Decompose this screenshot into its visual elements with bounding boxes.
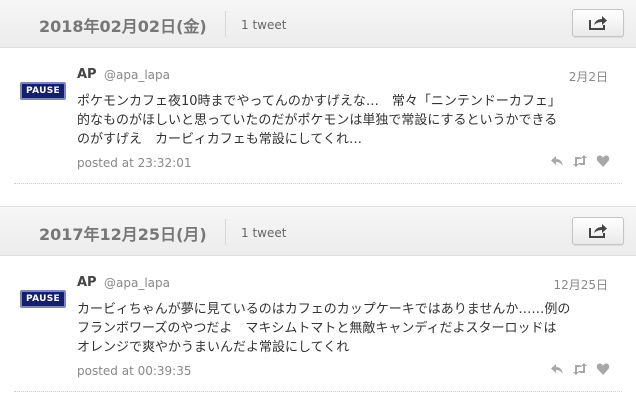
reply-icon[interactable] [550, 362, 564, 376]
retweet-icon[interactable] [572, 154, 588, 168]
tweet-text: カービィちゃんが夢に見ているのはカフェのカップケーキではありませんか……例の フ… [77, 300, 617, 357]
share-button[interactable] [572, 217, 624, 245]
tweet-divider [14, 183, 622, 184]
tweet-actions [550, 154, 612, 170]
share-icon [589, 16, 607, 30]
posted-time[interactable]: posted at 23:32:01 [77, 156, 192, 170]
day-header: 2018年02月02日(金) 1 tweet [0, 0, 636, 48]
tweet-date[interactable]: 12月25日 [553, 276, 608, 293]
header-divider [225, 11, 226, 37]
share-button[interactable] [572, 9, 624, 37]
tweet-date[interactable]: 2月2日 [569, 68, 608, 85]
tweet-divider [14, 391, 622, 392]
avatar[interactable]: PAUSE [20, 290, 66, 308]
tweet: PAUSE AP @apa_lapa 2月2日 ポケモンカフェ夜10時までやって… [0, 64, 636, 184]
retweet-icon[interactable] [572, 362, 588, 376]
posted-time[interactable]: posted at 00:39:35 [77, 364, 192, 378]
tweet-text-line: 的なものがほしいと思っていたのだがポケモンは単独で常設にするというかできる [77, 113, 558, 128]
tweet-actions [550, 362, 612, 378]
day-date: 2017年12月25日(月) [39, 225, 207, 244]
share-icon [589, 224, 607, 238]
tweet-author-name[interactable]: AP [77, 67, 97, 82]
tweet-text: ポケモンカフェ夜10時までやってんのかすげえな… 常々「ニンテンドーカフェ」 的… [77, 92, 617, 149]
tweet-text-line: カービィちゃんが夢に見ているのはカフェのカップケーキではありませんか……例の [77, 302, 571, 317]
day-header: 2017年12月25日(月) 1 tweet [0, 206, 636, 256]
tweet-author-name[interactable]: AP [77, 275, 97, 290]
tweet-count: 1 tweet [241, 18, 287, 32]
tweet-text-line: ポケモンカフェ夜10時までやってんのかすげえな… 常々「ニンテンドーカフェ」 [77, 94, 561, 109]
heart-icon[interactable] [596, 154, 610, 168]
tweet-author-handle[interactable]: @apa_lapa [104, 276, 170, 290]
header-divider [225, 219, 226, 245]
tweet-author-handle[interactable]: @apa_lapa [104, 68, 170, 82]
tweet-text-line: フランボワーズのやつだよ マキシムトマトと無敵キャンディだよスターロッドは [77, 321, 557, 336]
tweet: PAUSE AP @apa_lapa 12月25日 カービィちゃんが夢に見ている… [0, 272, 636, 392]
tweet-text-line: のがすげえ カービィカフェも常設にしてくれ… [77, 132, 362, 147]
reply-icon[interactable] [550, 154, 564, 168]
heart-icon[interactable] [596, 362, 610, 376]
avatar[interactable]: PAUSE [20, 82, 66, 100]
day-date: 2018年02月02日(金) [39, 17, 207, 36]
tweet-text-line: オレンジで爽やかうまいんだよ常設にしてくれ [77, 340, 350, 355]
avatar-text: PAUSE [26, 86, 60, 96]
avatar-text: PAUSE [26, 294, 60, 304]
tweet-count: 1 tweet [241, 226, 287, 240]
